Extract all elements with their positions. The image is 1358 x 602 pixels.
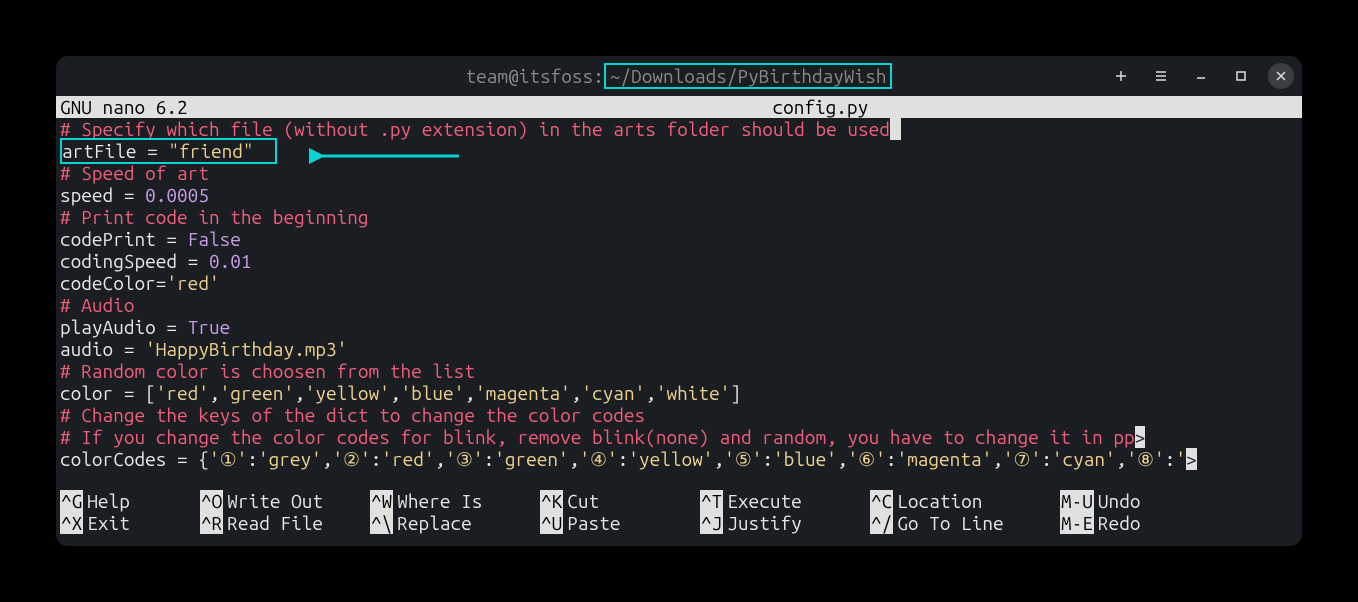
cursor xyxy=(890,118,901,140)
help-undo: M-UUndo xyxy=(1060,490,1140,512)
editor-content[interactable]: # Specify which file (without .py extens… xyxy=(56,118,1302,470)
help-exit: ^XExit xyxy=(60,512,200,534)
help-writeout: ^OWrite Out xyxy=(200,490,370,512)
new-tab-button[interactable] xyxy=(1108,63,1134,89)
comment: # Print code in the beginning xyxy=(60,206,369,228)
help-row-2: ^XExit ^RRead File ^\Replace ^UPaste ^JJ… xyxy=(60,512,1298,534)
hamburger-menu-button[interactable] xyxy=(1148,63,1174,89)
help-whereis: ^WWhere Is xyxy=(370,490,540,512)
maximize-button[interactable] xyxy=(1228,63,1254,89)
help-row-1: ^GHelp ^OWrite Out ^WWhere Is ^KCut ^TEx… xyxy=(60,490,1298,512)
comment: # Audio xyxy=(60,294,134,316)
title-path-highlight: ~/Downloads/PyBirthdayWish xyxy=(604,63,893,89)
truncate-indicator: > xyxy=(1135,426,1146,448)
help-gotoline: ^/Go To Line xyxy=(870,512,1060,534)
close-button[interactable] xyxy=(1268,63,1294,89)
title-prefix: team@itsfoss: xyxy=(466,65,604,87)
help-redo: M-ERedo xyxy=(1060,512,1140,534)
comment: # If you change the color codes for blin… xyxy=(60,426,1135,448)
titlebar: team@itsfoss: ~/Downloads/PyBirthdayWish xyxy=(56,56,1302,96)
artfile-highlight: artFile = "friend" xyxy=(60,138,277,164)
help-cut: ^KCut xyxy=(540,490,700,512)
nano-statusbar: GNU nano 6.2 config.py xyxy=(56,96,1302,118)
help-replace: ^\Replace xyxy=(370,512,540,534)
help-paste: ^UPaste xyxy=(540,512,700,534)
help-justify: ^JJustify xyxy=(700,512,870,534)
nano-version: GNU nano 6.2 xyxy=(60,96,188,118)
truncate-indicator: > xyxy=(1186,448,1197,470)
help-readfile: ^RRead File xyxy=(200,512,370,534)
nano-help-bar: ^GHelp ^OWrite Out ^WWhere Is ^KCut ^TEx… xyxy=(60,490,1298,534)
terminal-window: team@itsfoss: ~/Downloads/PyBirthdayWish… xyxy=(56,56,1302,546)
comment: # Specify which file (without .py extens… xyxy=(60,118,890,140)
titlebar-controls xyxy=(1108,56,1294,96)
help-execute: ^TExecute xyxy=(700,490,870,512)
nano-filename: config.py xyxy=(343,96,1298,118)
comment: # Speed of art xyxy=(60,162,209,184)
help-help: ^GHelp xyxy=(60,490,200,512)
comment: # Random color is choosen from the list xyxy=(60,360,475,382)
minimize-button[interactable] xyxy=(1188,63,1214,89)
window-title: team@itsfoss: ~/Downloads/PyBirthdayWish xyxy=(466,63,893,89)
help-location: ^CLocation xyxy=(870,490,1060,512)
comment: # Change the keys of the dict to change … xyxy=(60,404,645,426)
